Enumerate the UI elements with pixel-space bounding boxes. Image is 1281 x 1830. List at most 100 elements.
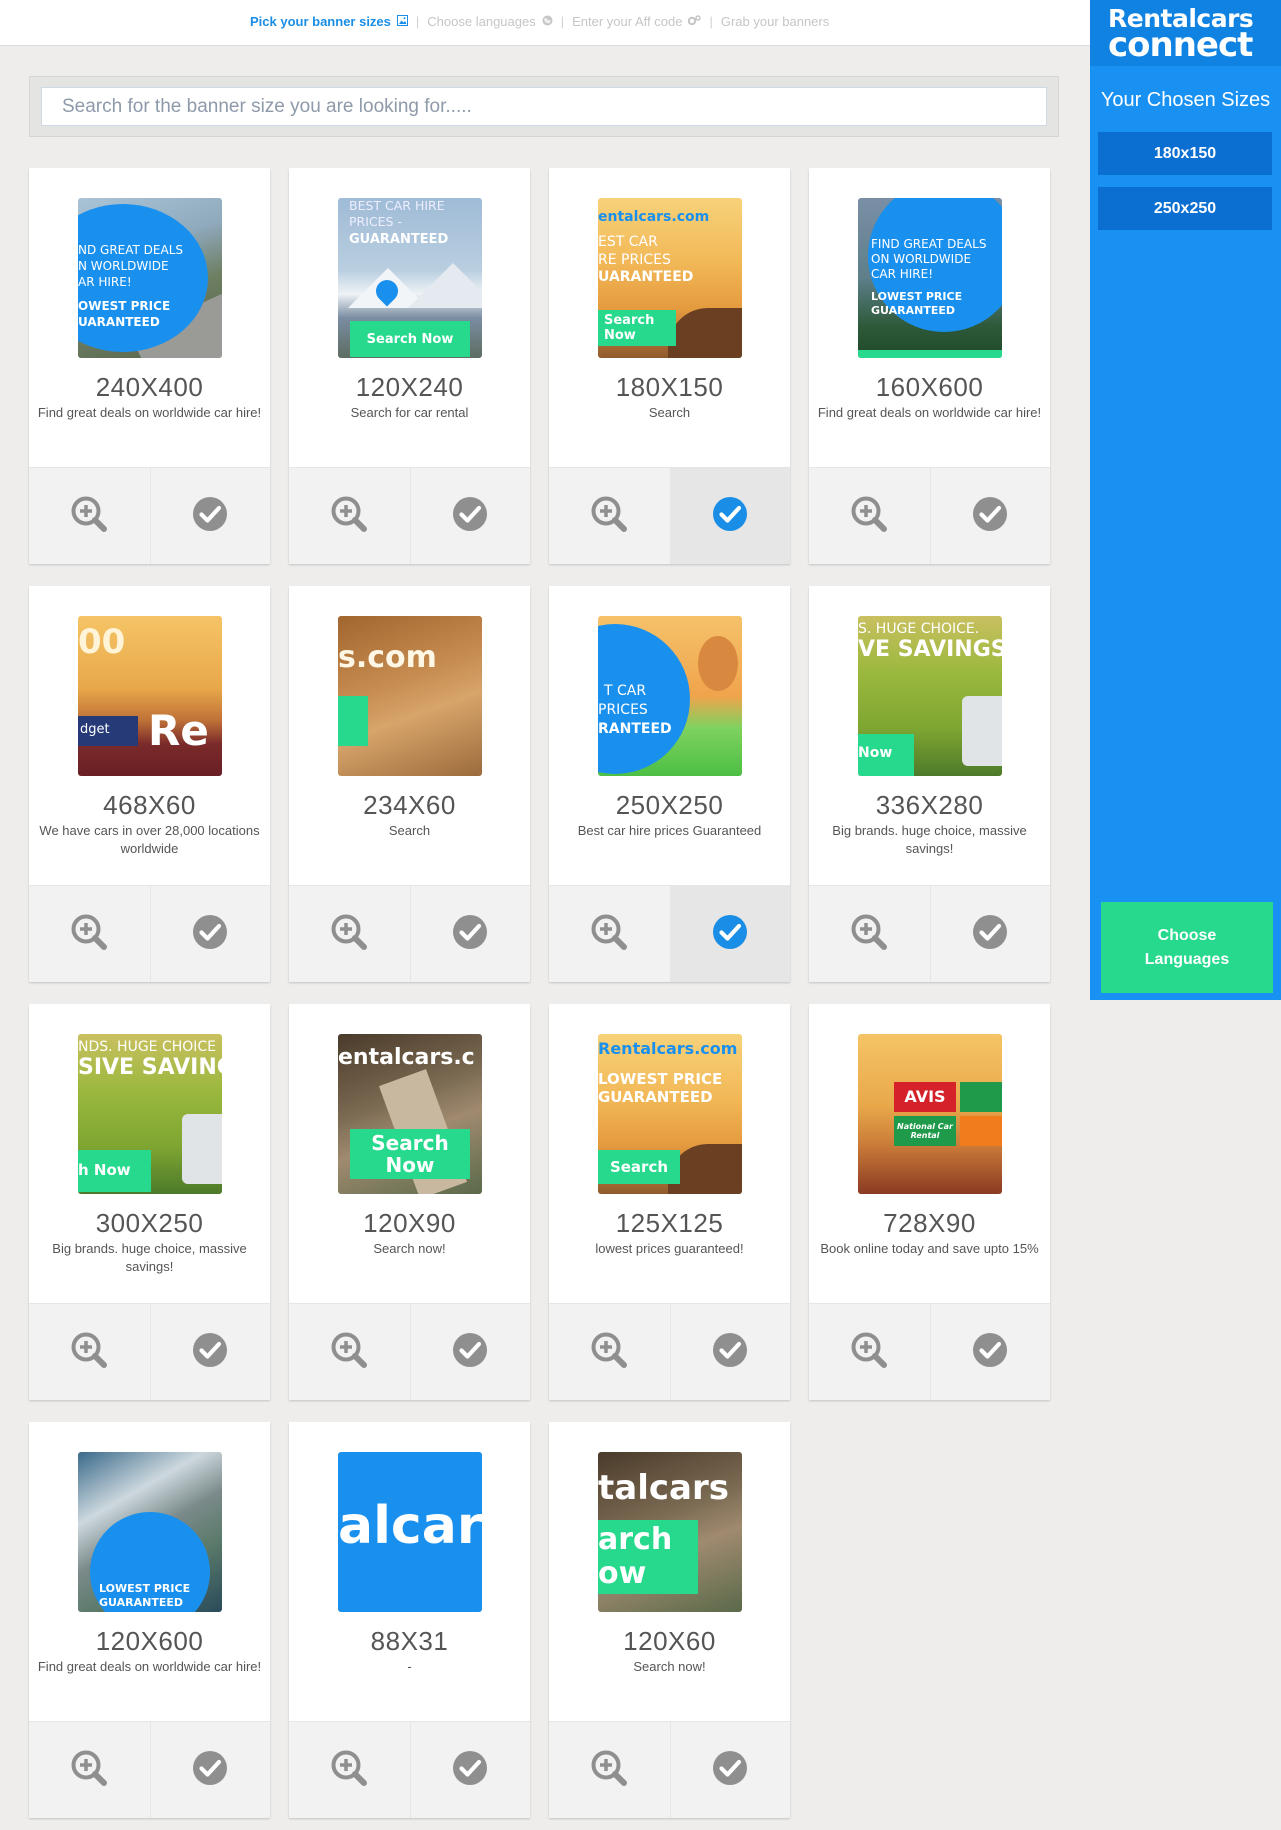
thumb-text: Search xyxy=(598,1150,680,1184)
banner-thumbnail: ND GREAT DEALS N WORLDWIDE AR HIRE! OWES… xyxy=(78,198,222,358)
select-button[interactable] xyxy=(149,886,270,982)
banner-card: talcars arch ow 120X60 Search now! xyxy=(549,1422,790,1818)
zoom-in-icon xyxy=(849,494,889,539)
banner-thumbnail: alcar xyxy=(338,1452,482,1612)
thumb-text: SIVE SAVING xyxy=(78,1055,222,1080)
step-enter-aff-code[interactable]: Enter your Aff code xyxy=(572,14,702,29)
zoom-button[interactable] xyxy=(549,886,670,982)
banner-size: 125X125 xyxy=(615,1208,724,1238)
logo-text: connect xyxy=(1108,25,1253,65)
select-button[interactable] xyxy=(149,468,270,564)
thumb-text: LOWEST PRICE xyxy=(871,290,963,303)
thumb-text: Now xyxy=(385,1153,435,1177)
select-button[interactable] xyxy=(929,468,1050,564)
banner-description: Find great deals on worldwide car hire! xyxy=(37,1659,262,1674)
thumb-text: AR HIRE! xyxy=(78,275,132,289)
banner-thumbnail: T CAR PRICES RANTEED xyxy=(598,616,742,776)
zoom-button[interactable] xyxy=(289,468,410,564)
select-button[interactable] xyxy=(409,1304,530,1400)
card-actions xyxy=(29,1721,270,1818)
thumb-text: CAR HIRE! xyxy=(871,267,934,281)
select-button[interactable] xyxy=(929,1304,1050,1400)
card-actions xyxy=(809,885,1050,982)
select-button[interactable] xyxy=(149,1722,270,1818)
chosen-size-item[interactable]: 180x150 xyxy=(1098,132,1272,175)
zoom-button[interactable] xyxy=(29,1304,150,1400)
banner-thumbnail: entalcars.c Search Now xyxy=(338,1034,482,1194)
thumb-text: PRICES - xyxy=(349,214,402,229)
step-label: Grab your banners xyxy=(720,14,830,29)
card-actions xyxy=(549,1721,790,1818)
check-circle-icon xyxy=(192,496,228,537)
zoom-button[interactable] xyxy=(809,1304,930,1400)
globe-icon xyxy=(542,15,553,29)
banner-size: 160X600 xyxy=(875,372,984,402)
search-bar xyxy=(29,76,1059,137)
zoom-button[interactable] xyxy=(289,1304,410,1400)
zoom-button[interactable] xyxy=(549,1304,670,1400)
banner-card: NDS. HUGE CHOICE SIVE SAVING h Now 300X2… xyxy=(29,1004,270,1400)
banner-size: 88X31 xyxy=(370,1626,449,1656)
thumb-text: Search xyxy=(371,1131,449,1155)
select-button[interactable] xyxy=(669,1304,790,1400)
thumb-text: NDS. HUGE CHOICE xyxy=(78,1039,217,1055)
panel-title: Your Chosen Sizes xyxy=(1100,89,1271,111)
zoom-button[interactable] xyxy=(809,886,930,982)
thumb-text: LOWEST PRICE xyxy=(598,1070,723,1088)
banner-search-input[interactable] xyxy=(41,87,1047,126)
choose-languages-label: Choose Languages xyxy=(1144,926,1230,968)
banner-card: AVIS National Car Rental 728X90 Book onl… xyxy=(809,1004,1050,1400)
zoom-button[interactable] xyxy=(29,468,150,564)
step-choose-languages[interactable]: Choose languages xyxy=(427,14,553,29)
check-circle-icon xyxy=(712,1332,748,1373)
banner-description: Big brands. huge choice, massive savings… xyxy=(52,1241,247,1274)
zoom-in-icon xyxy=(69,1748,109,1793)
banner-size: 120X600 xyxy=(95,1626,204,1656)
banner-thumbnail: NDS. HUGE CHOICE SIVE SAVING h Now xyxy=(78,1034,222,1194)
select-button[interactable] xyxy=(409,1722,530,1818)
banner-description: lowest prices guaranteed! xyxy=(595,1241,744,1256)
banner-description: Find great deals on worldwide car hire! xyxy=(817,405,1042,420)
select-button[interactable] xyxy=(669,468,790,564)
card-actions xyxy=(549,885,790,982)
zoom-button[interactable] xyxy=(549,1722,670,1818)
thumb-text: GUARANTEED xyxy=(99,1596,183,1609)
zoom-button[interactable] xyxy=(289,1722,410,1818)
chosen-size-item[interactable]: 250x250 xyxy=(1098,187,1272,230)
thumb-text: National Car Rental xyxy=(894,1116,956,1146)
step-pick-sizes[interactable]: Pick your banner sizes xyxy=(250,14,408,29)
zoom-button[interactable] xyxy=(809,468,930,564)
banner-description: We have cars in over 28,000 locations wo… xyxy=(39,823,260,856)
card-actions xyxy=(289,885,530,982)
select-button[interactable] xyxy=(149,1304,270,1400)
zoom-button[interactable] xyxy=(289,886,410,982)
select-button[interactable] xyxy=(929,886,1050,982)
check-circle-icon xyxy=(452,914,488,955)
zoom-in-icon xyxy=(329,912,369,957)
banner-description: Find great deals on worldwide car hire! xyxy=(37,405,262,420)
banner-thumbnail: s.com xyxy=(338,616,482,776)
thumb-text: VE SAVINGS xyxy=(858,637,1002,662)
banner-description: Big brands. huge choice, massive savings… xyxy=(832,823,1027,856)
zoom-in-icon xyxy=(849,912,889,957)
banner-card: BEST CAR HIRE PRICES - GUARANTEED Search… xyxy=(289,168,530,564)
select-button[interactable] xyxy=(669,1722,790,1818)
check-circle-icon xyxy=(972,914,1008,955)
thumb-text: Search xyxy=(604,313,655,328)
banner-thumbnail: AVIS National Car Rental xyxy=(858,1034,1002,1194)
banner-thumbnail: S. HUGE CHOICE. VE SAVINGS Now xyxy=(858,616,1002,776)
choose-languages-button[interactable]: Choose Languages xyxy=(1101,902,1273,993)
zoom-in-icon xyxy=(589,912,629,957)
zoom-button[interactable] xyxy=(29,1722,150,1818)
step-grab-banners[interactable]: Grab your banners xyxy=(721,14,829,29)
select-button[interactable] xyxy=(409,886,530,982)
thumb-text: N WORLDWIDE xyxy=(78,259,169,273)
zoom-button[interactable] xyxy=(549,468,670,564)
thumb-text: RANTEED xyxy=(598,721,672,737)
select-button[interactable] xyxy=(409,468,530,564)
step-label: Pick your banner sizes xyxy=(250,14,391,29)
check-circle-icon xyxy=(712,914,748,955)
thumb-text: EST CAR xyxy=(598,234,658,250)
zoom-button[interactable] xyxy=(29,886,150,982)
select-button[interactable] xyxy=(669,886,790,982)
